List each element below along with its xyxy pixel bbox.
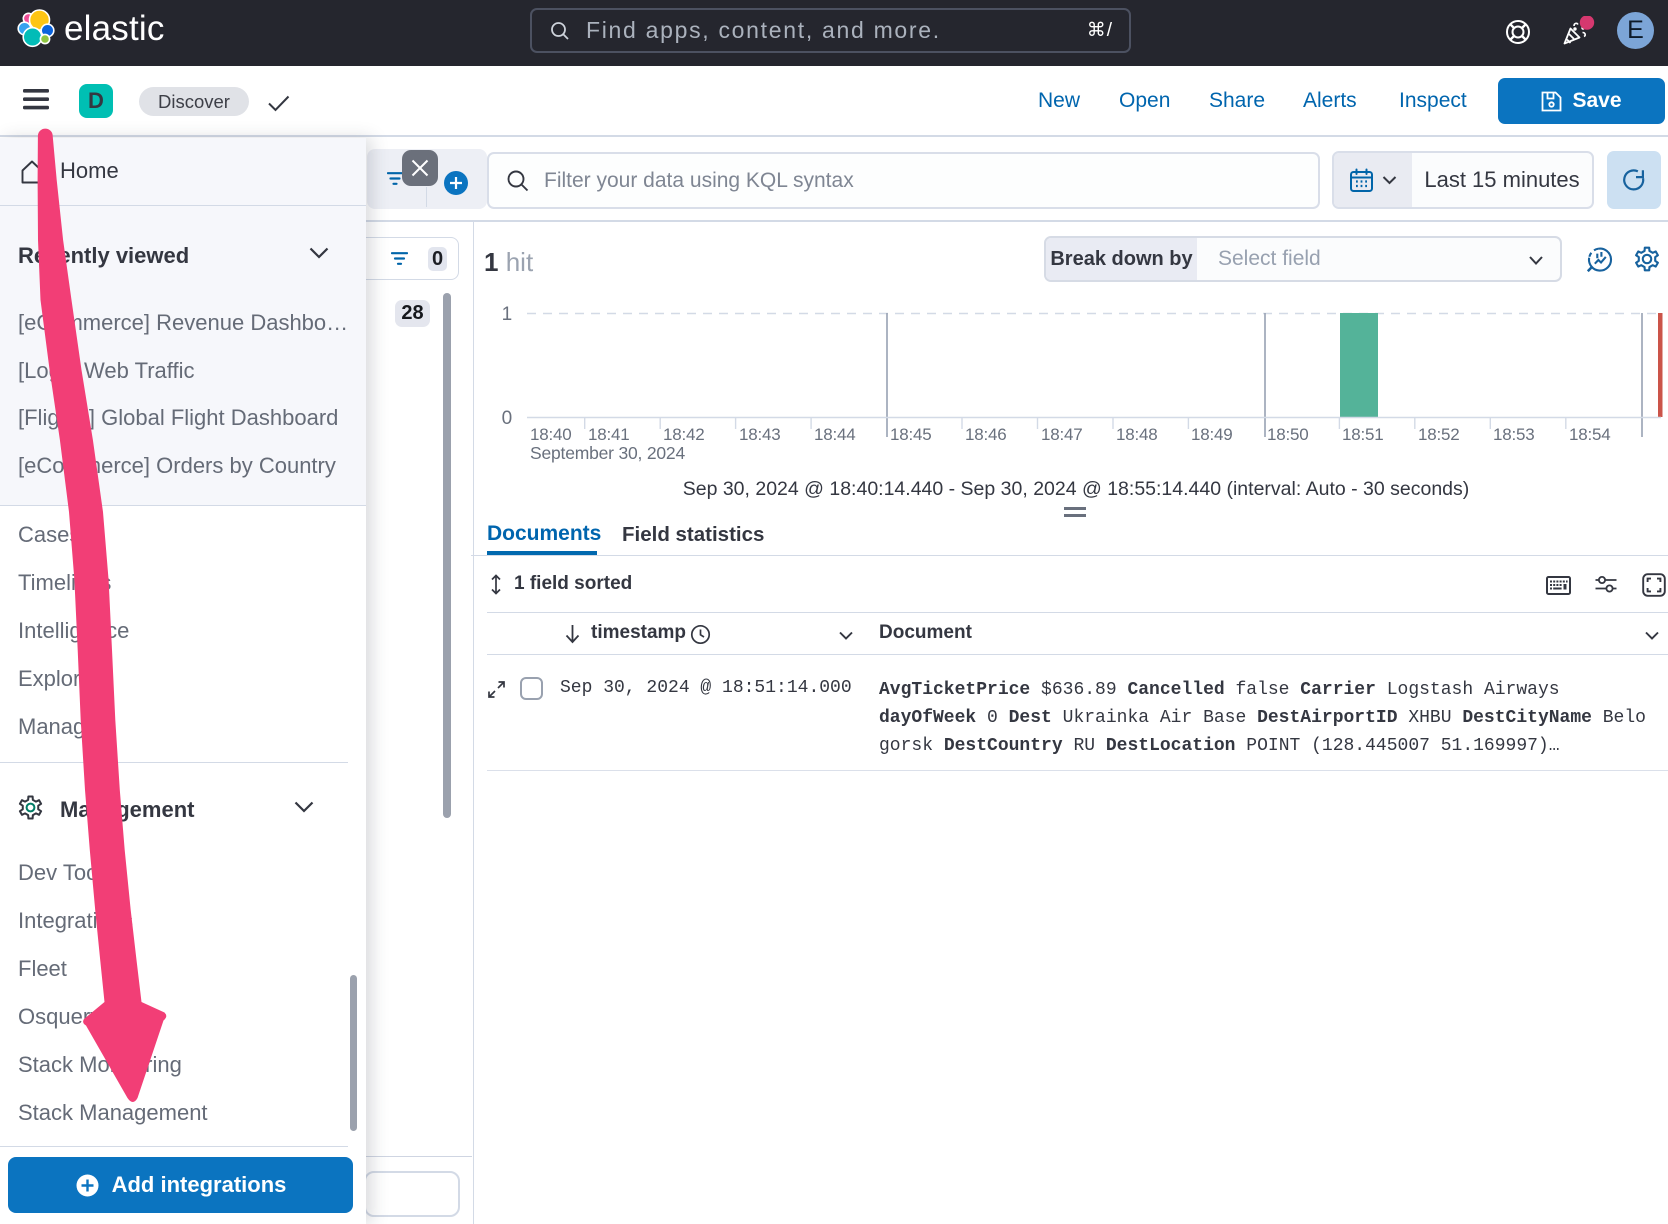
svg-text:18:43: 18:43: [739, 425, 781, 444]
svg-text:18:53: 18:53: [1493, 425, 1535, 444]
svg-text:18:41: 18:41: [588, 425, 630, 444]
svg-text:18:45: 18:45: [890, 425, 932, 444]
svg-text:18:49: 18:49: [1191, 425, 1233, 444]
svg-text:18:40: 18:40: [530, 425, 572, 444]
svg-text:18:44: 18:44: [814, 425, 856, 444]
svg-text:18:54: 18:54: [1569, 425, 1611, 444]
svg-text:18:48: 18:48: [1116, 425, 1158, 444]
svg-text:18:51: 18:51: [1342, 425, 1384, 444]
svg-text:18:52: 18:52: [1418, 425, 1460, 444]
svg-text:September 30, 2024: September 30, 2024: [530, 443, 685, 463]
svg-text:18:50: 18:50: [1267, 425, 1309, 444]
svg-text:1: 1: [502, 304, 512, 325]
svg-text:0: 0: [502, 408, 512, 429]
svg-text:18:42: 18:42: [663, 425, 705, 444]
svg-text:18:47: 18:47: [1041, 425, 1083, 444]
svg-text:18:46: 18:46: [965, 425, 1007, 444]
